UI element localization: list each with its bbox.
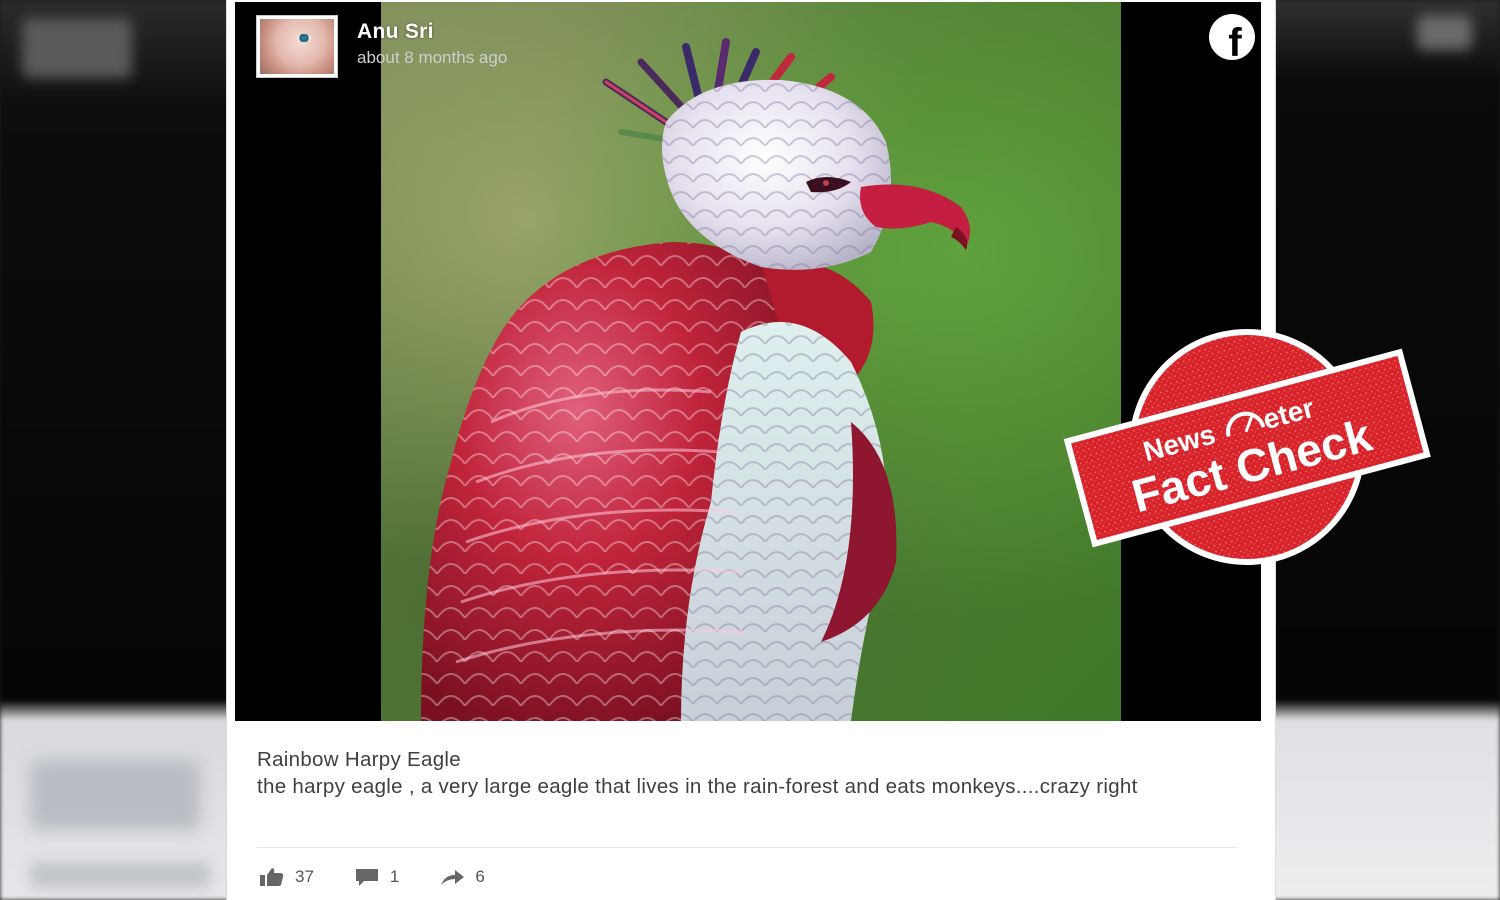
author-name[interactable]: Anu Sri xyxy=(357,20,434,44)
post-caption: Rainbow Harpy Eagle the harpy eagle , a … xyxy=(257,746,1157,800)
facebook-icon[interactable]: f xyxy=(1209,14,1255,60)
background-text-ghost xyxy=(30,760,200,830)
background-actions-ghost xyxy=(30,862,210,888)
share-count: 6 xyxy=(475,867,485,886)
post-actions-bar: 37 1 6 xyxy=(259,862,525,892)
avatar-eye xyxy=(297,34,311,42)
share-button[interactable]: 6 xyxy=(439,867,485,887)
actions-divider xyxy=(257,847,1237,848)
thumbs-up-icon xyxy=(260,868,284,886)
like-button[interactable]: 37 xyxy=(259,867,314,887)
background-icon-ghost xyxy=(1417,15,1472,50)
rainbow-harpy-eagle-illustration xyxy=(421,38,970,721)
avatar-photo xyxy=(260,19,334,74)
background-avatar-ghost xyxy=(22,18,132,78)
comment-icon xyxy=(355,869,378,886)
share-arrow-icon xyxy=(441,870,465,885)
post-timestamp[interactable]: about 8 months ago xyxy=(357,48,507,68)
eagle-photo xyxy=(381,2,1121,721)
comment-button[interactable]: 1 xyxy=(354,867,399,887)
newsmeter-fact-check-stamp: News eter Fact Check xyxy=(1063,329,1431,565)
caption-body: the harpy eagle , a very large eagle tha… xyxy=(257,775,1138,798)
like-count: 37 xyxy=(295,867,314,886)
comment-count: 1 xyxy=(389,867,400,886)
author-avatar[interactable] xyxy=(256,15,338,78)
caption-title: Rainbow Harpy Eagle xyxy=(257,748,461,771)
background-left-blur xyxy=(0,0,230,900)
